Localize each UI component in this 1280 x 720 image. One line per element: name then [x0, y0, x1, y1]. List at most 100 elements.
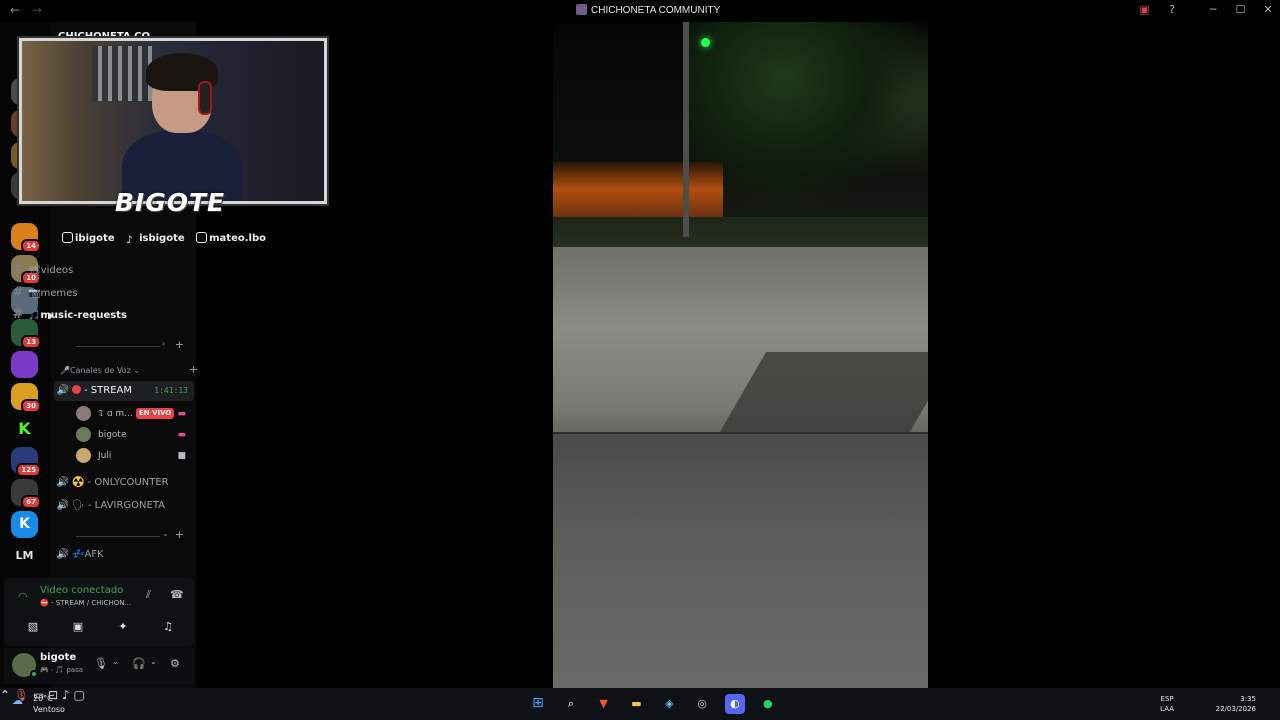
voice-channel-onlycounter[interactable]: 🔊 ☢️ - ONLYCOUNTER — [54, 473, 194, 493]
hash-icon: # — [12, 307, 24, 322]
voice-channel-afk[interactable]: 🔊 💤AFK — [54, 545, 194, 565]
twitch-handle: ibigote — [62, 232, 115, 244]
channel-memes[interactable]: # 📷memes — [8, 283, 144, 303]
chevron-down-icon[interactable]: ⌄ — [112, 657, 119, 666]
screen-share-button[interactable]: ▣ — [59, 616, 97, 638]
spotify-icon[interactable]: ● — [758, 694, 778, 714]
window-title-text: CHICHONETA COMMUNITY — [591, 5, 721, 16]
voice-category[interactable]: 🎤Canales de Voz ⌄ + — [60, 363, 198, 376]
server-icon[interactable]: 14 — [11, 223, 41, 253]
inbox-icon[interactable]: ▣ — [1133, 3, 1157, 16]
member-name: 𝔗 ɑ m... — [98, 409, 133, 419]
status-dot — [72, 385, 81, 394]
chevron-down-icon[interactable]: ⌄ — [150, 657, 157, 666]
channel-videos[interactable]: # 📽videos — [8, 260, 144, 280]
server-icon[interactable]: 30 — [11, 383, 41, 413]
notifications-icon[interactable]: ▢ — [74, 688, 85, 702]
minimize-button[interactable]: ─ — [1201, 3, 1225, 16]
start-icon[interactable]: ⊞ — [528, 693, 548, 713]
server-kick-icon[interactable]: K — [11, 415, 38, 442]
camera-icon: ■ — [177, 451, 186, 461]
tiktok-handle: ♪ isbigote — [126, 233, 185, 246]
stream-icon: ▬ — [177, 409, 186, 419]
channel-music-requests[interactable]: # 🎵music-requests — [8, 305, 144, 325]
obs-icon[interactable]: ◎ — [692, 694, 712, 714]
voice-connected-panel: ◠ Video conectado ⛔ - STREAM / CHICHON..… — [4, 578, 194, 646]
weather-icon[interactable]: ☁ — [12, 694, 23, 707]
voice-channel-stream[interactable]: 🔊 - STREAM 1:41:13 — [54, 381, 194, 401]
language-indicator[interactable]: ESP LAA — [1160, 694, 1174, 714]
live-badge: EN VIVO — [136, 408, 175, 419]
server-icon[interactable] — [11, 351, 38, 378]
twitch-icon — [62, 232, 73, 243]
camera-off-button[interactable]: ▧ — [14, 616, 52, 638]
noise-suppression-icon[interactable]: ⫽ — [146, 588, 151, 602]
voice-member[interactable]: 𝔗 ɑ m... EN VIVO ▬ — [76, 405, 192, 423]
channel-label: 📷memes — [28, 288, 78, 299]
voice-member[interactable]: Juli ■ — [76, 447, 192, 465]
category-divider: › + — [50, 338, 184, 352]
notification-badge: 30 — [21, 399, 41, 413]
speaker-icon: 🔊 — [56, 549, 70, 560]
voice-channel-label: 💤AFK — [72, 549, 104, 560]
weather-widget[interactable]: 20°C Ventoso — [33, 693, 65, 715]
settings-gear-icon[interactable]: ⚙ — [170, 657, 180, 670]
voice-member[interactable]: bigote ▬ — [76, 426, 192, 444]
soundboard-button[interactable]: ♫ — [149, 616, 187, 638]
category-divider: ⌄ + — [50, 528, 184, 542]
search-icon[interactable]: ⌕ — [561, 694, 581, 714]
close-button[interactable]: ✕ — [1256, 3, 1280, 16]
back-button[interactable]: ← — [10, 3, 20, 17]
disconnect-icon[interactable]: ☎ — [170, 588, 184, 601]
help-icon[interactable]: ? — [1160, 3, 1184, 16]
maximize-button[interactable]: ☐ — [1229, 3, 1253, 16]
activities-button[interactable]: ✦ — [104, 616, 142, 638]
taskbar-apps: ⊞ ⌕ ▼ ▬ ◈ ◎ ◐ ● — [528, 693, 787, 714]
taskbar: ☁ 20°C Ventoso ⊞ ⌕ ▼ ▬ ◈ ◎ ◐ ● ⌃ 🎙 ESP L… — [0, 688, 1280, 720]
headphones-icon[interactable]: 🎧 — [132, 657, 146, 670]
window-title: CHICHONETA COMMUNITY — [576, 4, 720, 16]
divider-line — [76, 536, 160, 537]
weather-condition: Ventoso — [33, 705, 65, 714]
speaker-icon: 🔊 — [56, 500, 70, 511]
server-icon[interactable]: 125 — [11, 447, 41, 477]
avatar — [76, 406, 91, 421]
chevron-down-icon[interactable]: ⌄ — [162, 529, 169, 538]
steam-icon[interactable]: ◈ — [659, 694, 679, 714]
chevron-up-icon[interactable]: ⌃ — [0, 688, 10, 702]
server-lm-icon[interactable]: LM — [11, 542, 38, 569]
hash-icon: # — [12, 262, 24, 277]
voice-channel-lavirgoneta[interactable]: 🔊 🗣 - LAVIRGONETA — [54, 496, 194, 516]
system-clock[interactable]: 3:35 22/03/2026 — [1216, 694, 1256, 714]
server-icon[interactable]: 67 — [11, 479, 41, 509]
add-channel-icon[interactable]: + — [175, 338, 184, 351]
online-status-dot — [30, 670, 38, 678]
app-icon — [576, 4, 587, 15]
notification-badge: 125 — [16, 463, 41, 477]
chevron-right-icon[interactable]: › — [162, 339, 165, 348]
brave-icon[interactable]: ▼ — [594, 694, 614, 714]
voice-channel-label: ☢️ - ONLYCOUNTER — [72, 477, 169, 488]
avatar — [76, 427, 91, 442]
speaker-icon: 🔊 — [56, 385, 70, 396]
voice-status: Video conectado — [40, 585, 124, 596]
voice-channel-label: - STREAM — [84, 385, 132, 396]
speaker-icon: 🔊 — [56, 477, 70, 488]
add-channel-icon[interactable]: + — [175, 528, 184, 541]
notification-badge: 67 — [21, 495, 41, 509]
microphone-icon[interactable]: 🎙 — [94, 657, 108, 670]
instagram-icon — [196, 232, 208, 243]
traffic-light — [701, 38, 710, 47]
add-channel-icon[interactable]: + — [189, 363, 198, 376]
avatar — [76, 448, 91, 463]
divider-line — [76, 346, 160, 347]
signal-icon[interactable]: ◠ — [18, 590, 28, 603]
voice-channel-path[interactable]: ⛔ - STREAM / CHICHON... — [40, 599, 131, 607]
server-kiko-icon[interactable]: K — [11, 511, 38, 538]
clock-time: 3:35 — [1240, 695, 1256, 703]
username[interactable]: bigote — [40, 652, 76, 663]
discord-icon[interactable]: ◐ — [724, 694, 745, 714]
forward-button[interactable]: → — [32, 3, 42, 17]
file-explorer-icon[interactable]: ▬ — [626, 694, 646, 714]
stream-video[interactable] — [553, 22, 928, 688]
